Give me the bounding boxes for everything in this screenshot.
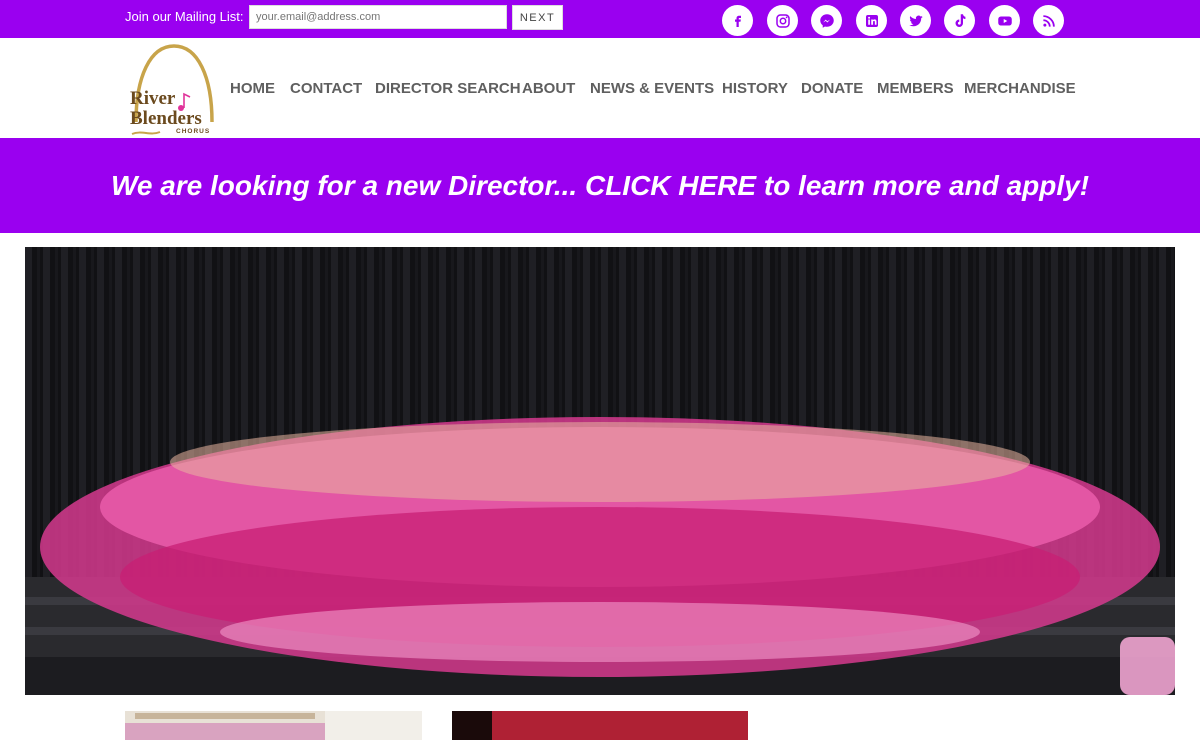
nav-members[interactable]: MEMBERS [877, 80, 954, 97]
nav-donate[interactable]: DONATE [801, 80, 863, 97]
nav-news-events[interactable]: NEWS & EVENTS [590, 80, 714, 97]
facebook-icon[interactable] [722, 5, 753, 36]
tiktok-icon[interactable] [944, 5, 975, 36]
site-header: River Blenders CHORUS HOME CONTACT DIREC… [0, 38, 1200, 138]
twitter-icon[interactable] [900, 5, 931, 36]
instagram-icon[interactable] [767, 5, 798, 36]
director-search-banner[interactable]: We are looking for a new Director... CLI… [0, 138, 1200, 233]
nav-history[interactable]: HISTORY [722, 80, 788, 97]
rss-icon[interactable] [1033, 5, 1064, 36]
linkedin-icon[interactable] [856, 5, 887, 36]
river-blenders-logo[interactable]: River Blenders CHORUS [128, 42, 220, 136]
nav-home[interactable]: HOME [230, 80, 275, 97]
nav-merchandise[interactable]: MERCHANDISE [964, 80, 1076, 97]
email-input[interactable] [249, 5, 507, 29]
gallery-thumbnail-1[interactable] [125, 711, 422, 740]
nav-contact[interactable]: CONTACT [290, 80, 362, 97]
messenger-icon[interactable] [811, 5, 842, 36]
banner-text: We are looking for a new Director... CLI… [110, 169, 1090, 201]
youtube-icon[interactable] [989, 5, 1020, 36]
nav-director-search[interactable]: DIRECTOR SEARCH [375, 80, 521, 97]
top-bar: Join our Mailing List: NEXT [0, 0, 1200, 38]
mailing-list-label: Join our Mailing List: [125, 9, 244, 24]
hero-chorus-photo [25, 247, 1175, 695]
next-button[interactable]: NEXT [512, 5, 563, 30]
nav-about[interactable]: ABOUT [522, 80, 575, 97]
gallery-thumbnail-2[interactable] [452, 711, 748, 740]
svg-text:CHORUS: CHORUS [176, 128, 210, 135]
svg-text:River: River [130, 88, 176, 109]
svg-text:Blenders: Blenders [130, 108, 202, 129]
